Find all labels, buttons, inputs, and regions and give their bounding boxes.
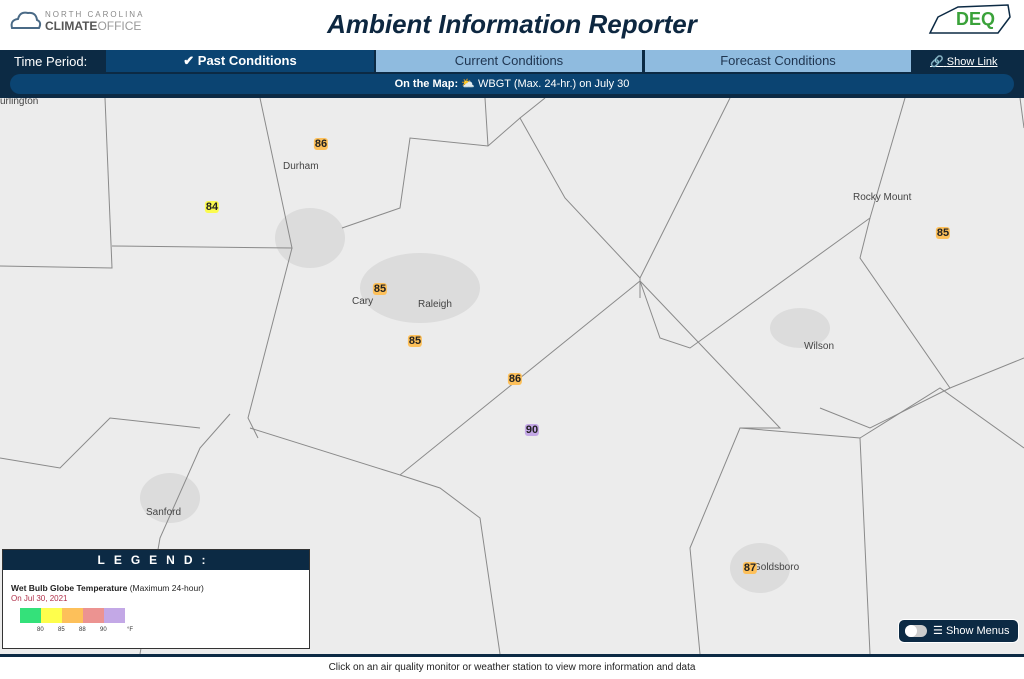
tab-forecast-conditions[interactable]: Forecast Conditions <box>645 50 911 72</box>
legend-title: Wet Bulb Globe Temperature (Maximum 24-h… <box>11 583 204 593</box>
check-circle-icon: ✔ <box>183 53 198 68</box>
city-label: Goldsboro <box>753 562 800 573</box>
legend-unit: °F <box>127 627 134 633</box>
on-the-map-bar: On the Map: ⛅ WBGT (Max. 24-hr.) on July… <box>10 74 1014 94</box>
city-label: Rocky Mount <box>853 192 912 203</box>
station-marker[interactable]: 86 <box>507 373 523 385</box>
cloud-sun-icon: ⛅ <box>461 78 475 90</box>
link-icon: 🔗 <box>930 56 944 68</box>
legend-panel: LEGEND: Wet Bulb Globe Temperature (Maxi… <box>2 549 310 649</box>
legend-date: On Jul 30, 2021 <box>11 594 68 603</box>
tab-current-conditions[interactable]: Current Conditions <box>376 50 642 72</box>
city-label: Durham <box>283 161 319 172</box>
deq-logo[interactable]: DEQ <box>928 3 1012 41</box>
station-marker[interactable]: 85 <box>372 283 388 295</box>
legend-swatch <box>62 608 83 623</box>
station-marker[interactable]: 84 <box>204 201 220 213</box>
legend-tick: 88 <box>79 627 86 633</box>
station-marker[interactable]: 85 <box>935 227 951 239</box>
status-bar: Click on an air quality monitor or weath… <box>0 654 1024 679</box>
legend-swatch <box>41 608 62 623</box>
hamburger-icon: ☰ <box>933 625 943 637</box>
station-marker[interactable]: 90 <box>524 424 540 436</box>
legend-heading: LEGEND: <box>3 550 309 570</box>
station-marker[interactable]: 85 <box>407 335 423 347</box>
header: NORTH CAROLINA CLIMATEOFFICE Ambient Inf… <box>0 0 1024 50</box>
time-period-label: Time Period: <box>14 54 88 69</box>
city-label: urlington <box>0 98 39 107</box>
legend-swatch <box>83 608 104 623</box>
svg-text:DEQ: DEQ <box>956 9 995 29</box>
city-label: Sanford <box>146 507 182 518</box>
legend-tick: 85 <box>58 627 65 633</box>
city-label: Raleigh <box>418 299 452 310</box>
city-label: Wilson <box>804 341 835 352</box>
menu-toggle[interactable] <box>905 625 927 637</box>
station-marker[interactable]: 86 <box>313 138 329 150</box>
station-marker[interactable]: 87 <box>742 562 758 574</box>
city-label: Cary <box>352 296 374 307</box>
show-menus-button[interactable]: ☰ Show Menus <box>898 619 1019 643</box>
tab-past-conditions[interactable]: ✔ Past Conditions <box>106 50 374 72</box>
show-link-button[interactable]: 🔗 Show Link <box>930 50 998 74</box>
legend-swatch <box>20 608 41 623</box>
legend-tick: 90 <box>100 627 107 633</box>
legend-swatch <box>104 608 125 623</box>
page-title: Ambient Information Reporter <box>327 9 697 39</box>
legend-color-bar <box>20 608 125 623</box>
legend-tick: 80 <box>37 627 44 633</box>
navigation-bar: Time Period: ✔ Past Conditions Current C… <box>0 50 1024 98</box>
